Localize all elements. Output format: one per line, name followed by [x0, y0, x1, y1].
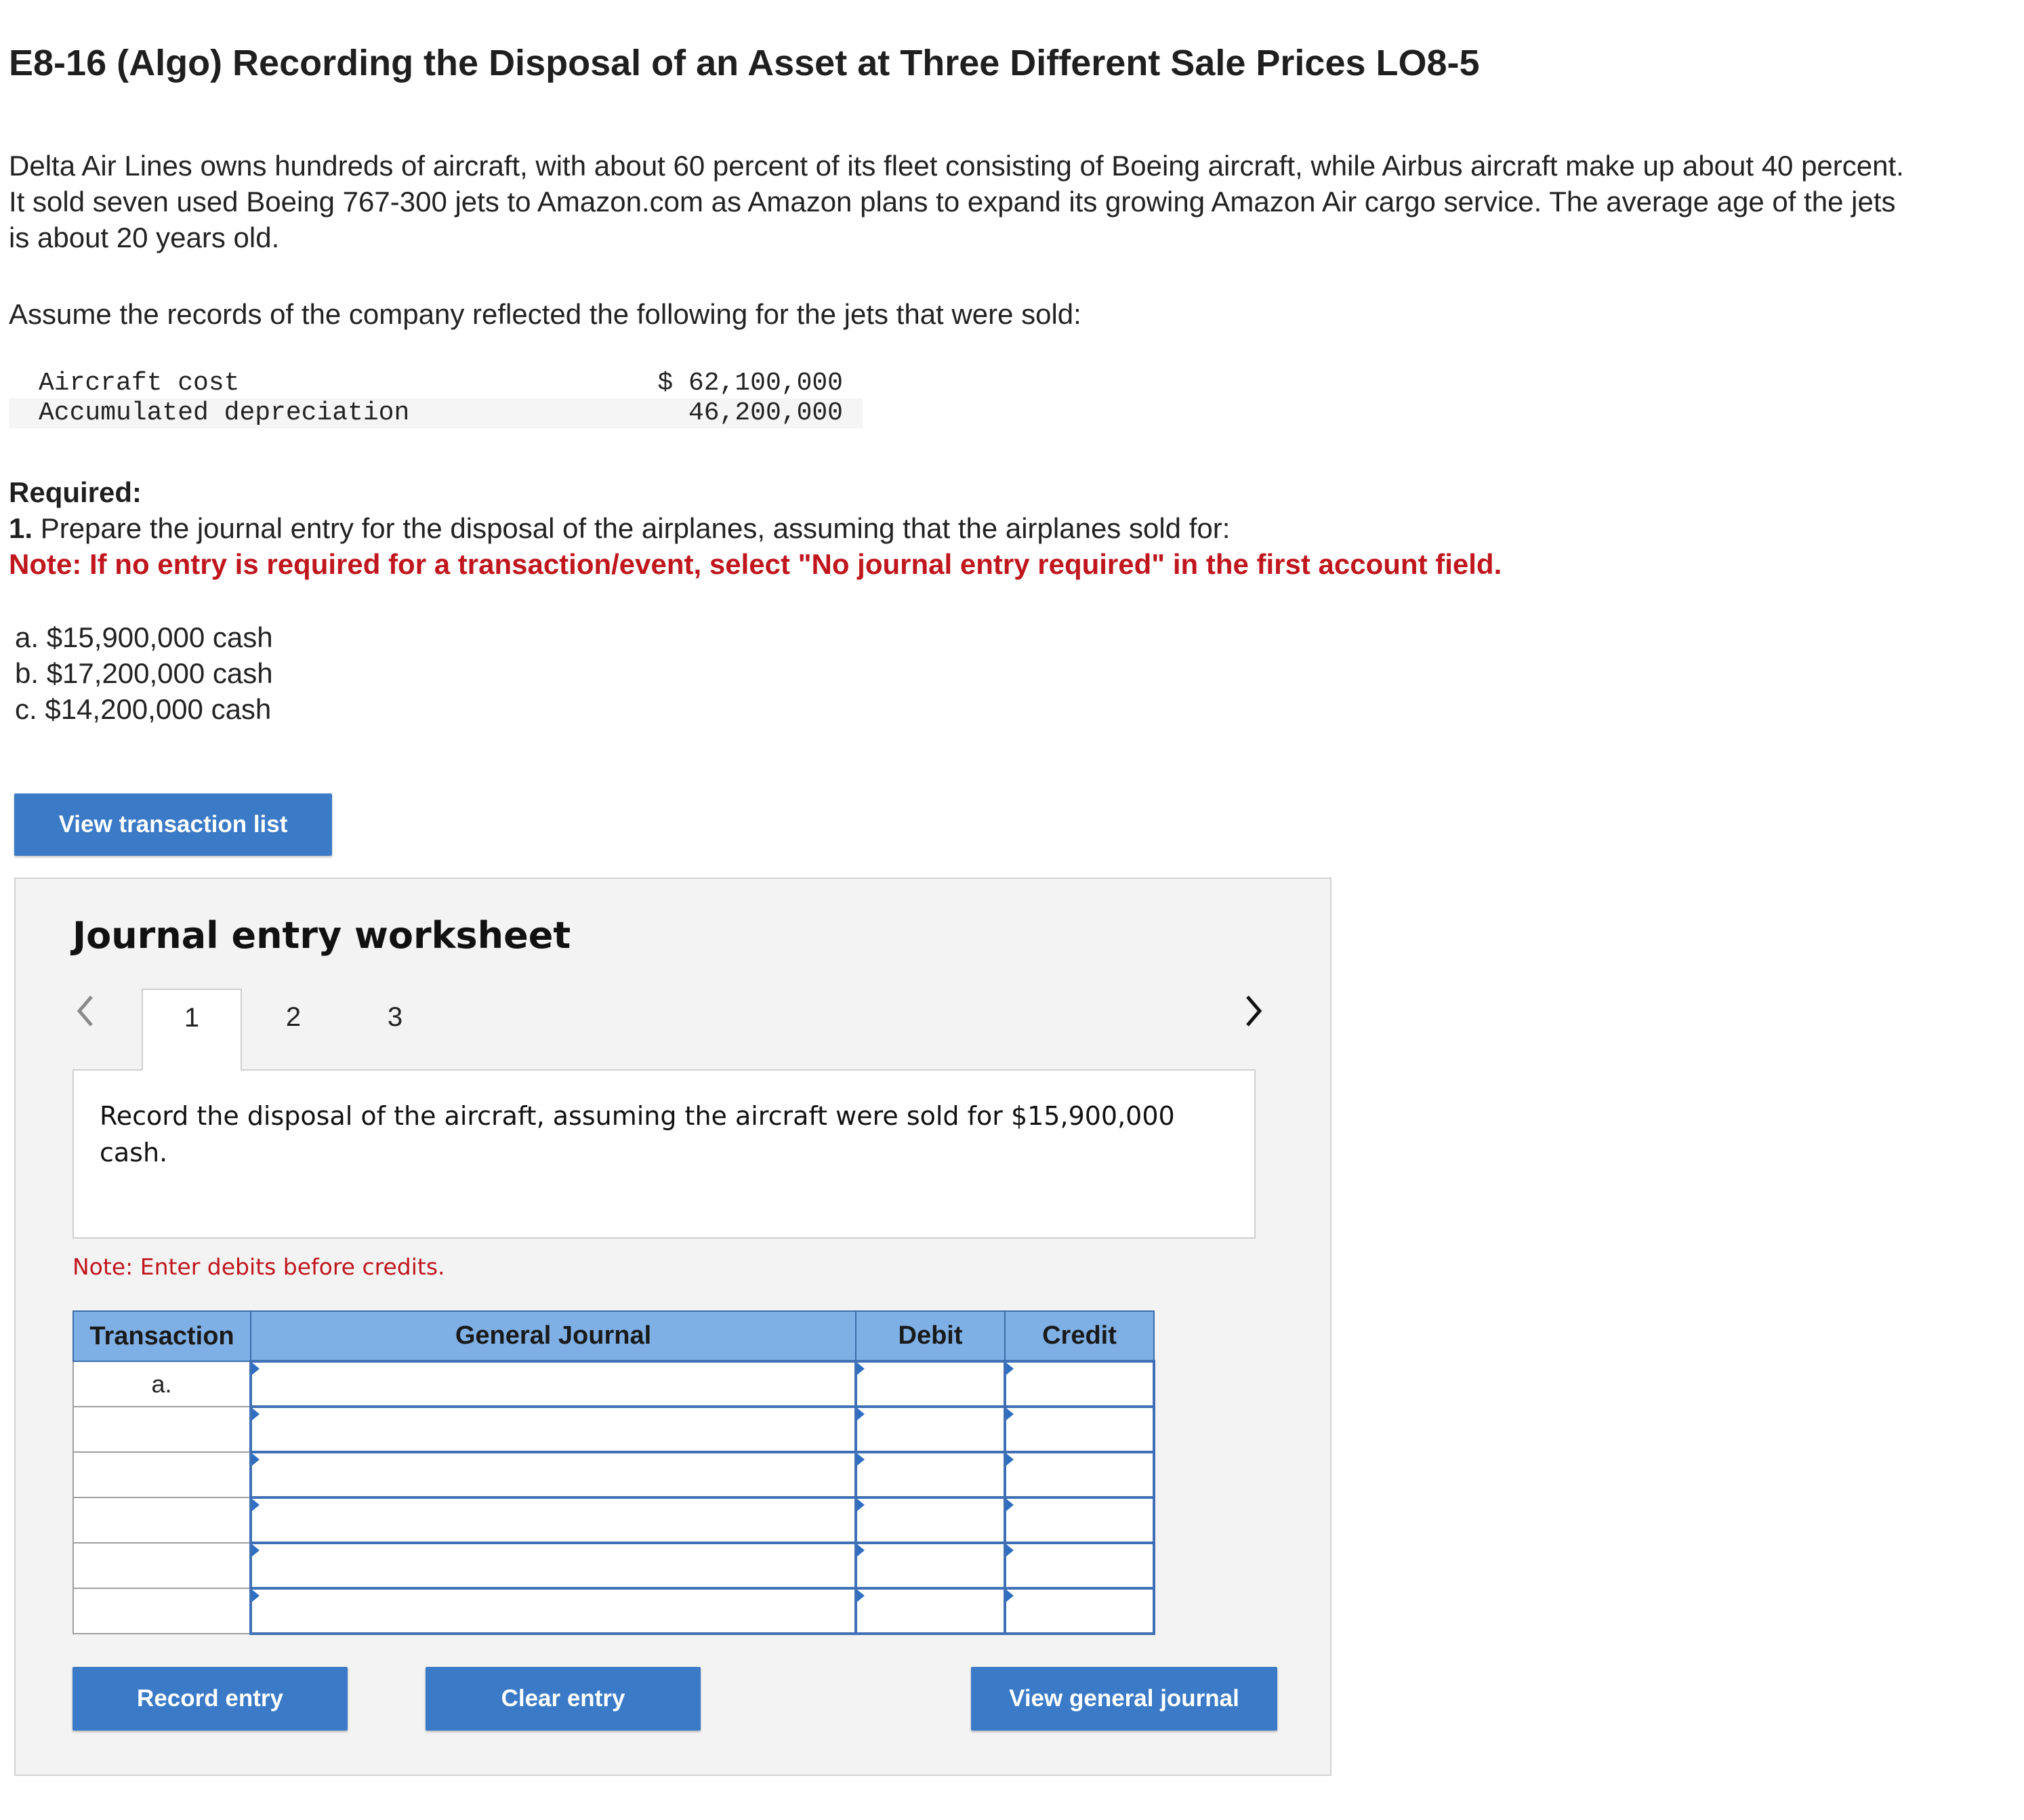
table-row: [73, 1542, 1155, 1590]
table-row: [73, 1496, 1155, 1544]
credit-field[interactable]: [1004, 1405, 1155, 1453]
header-debit: Debit: [855, 1310, 1006, 1362]
header-transaction: Transaction: [73, 1310, 251, 1362]
debit-field[interactable]: [854, 1360, 1006, 1408]
record-label: Aircraft cost: [39, 369, 240, 398]
account-field[interactable]: [249, 1451, 857, 1499]
tab-3[interactable]: 3: [345, 989, 445, 1070]
required-note: Note: If no entry is required for a tran…: [9, 548, 1502, 580]
account-field[interactable]: [249, 1587, 857, 1635]
transaction-cell: [73, 1542, 251, 1589]
view-transaction-list-button[interactable]: View transaction list: [14, 793, 332, 856]
record-row-aircraft-cost: Aircraft cost $ 62,100,000: [9, 369, 863, 398]
debits-note: Note: Enter debits before credits.: [73, 1254, 445, 1280]
account-field[interactable]: [249, 1360, 857, 1408]
chevron-left-icon[interactable]: [75, 994, 96, 1035]
tab-label: 1: [184, 1003, 200, 1033]
credit-field[interactable]: [1004, 1496, 1155, 1544]
transaction-cell: [73, 1588, 251, 1634]
journal-entry-worksheet: Journal entry worksheet 1 2 3 Record the…: [14, 877, 1331, 1776]
account-field[interactable]: [249, 1405, 857, 1453]
table-row: [73, 1587, 1155, 1635]
record-value: $ 62,100,000: [657, 369, 843, 398]
table-row: [73, 1451, 1155, 1499]
transaction-cell: [73, 1497, 251, 1544]
clear-entry-button[interactable]: Clear entry: [426, 1667, 701, 1731]
tab-2[interactable]: 2: [243, 989, 344, 1070]
record-entry-button[interactable]: Record entry: [73, 1667, 348, 1731]
transaction-description: Record the disposal of the aircraft, ass…: [73, 1069, 1256, 1239]
account-field[interactable]: [249, 1496, 857, 1544]
credit-field[interactable]: [1004, 1360, 1155, 1408]
sale-price-options: a. $15,900,000 cash b. $17,200,000 cash …: [15, 619, 273, 727]
debit-field[interactable]: [854, 1405, 1006, 1453]
table-row: [73, 1405, 1155, 1453]
tab-1[interactable]: 1: [142, 989, 242, 1071]
header-general-journal: General Journal: [250, 1310, 856, 1362]
view-general-journal-button[interactable]: View general journal: [971, 1667, 1277, 1731]
transaction-cell: [73, 1406, 251, 1453]
journal-table: Transaction General Journal Debit Credit…: [73, 1310, 1155, 1635]
option-a: a. $15,900,000 cash: [15, 621, 273, 653]
table-row: a.: [73, 1360, 1155, 1408]
records-table: Aircraft cost $ 62,100,000 Accumulated d…: [9, 369, 863, 428]
problem-intro: Delta Air Lines owns hundreds of aircraf…: [9, 150, 1904, 253]
required-section: Required: 1. Prepare the journal entry f…: [9, 474, 1502, 582]
required-line: 1. Prepare the journal entry for the dis…: [9, 510, 1502, 546]
transaction-cell: a.: [73, 1361, 251, 1407]
transaction-cell: [73, 1451, 251, 1498]
credit-field[interactable]: [1004, 1542, 1155, 1590]
record-row-accumulated-depreciation: Accumulated depreciation 46,200,000: [9, 398, 863, 428]
record-label: Accumulated depreciation: [39, 398, 410, 428]
required-text: Prepare the journal entry for the dispos…: [40, 512, 1231, 544]
debit-field[interactable]: [854, 1451, 1006, 1499]
worksheet-title: Journal entry worksheet: [73, 914, 571, 957]
header-credit: Credit: [1004, 1310, 1155, 1362]
debit-field[interactable]: [854, 1587, 1006, 1635]
option-b: b. $17,200,000 cash: [15, 657, 273, 689]
required-number: 1.: [9, 512, 33, 544]
credit-field[interactable]: [1004, 1587, 1155, 1635]
assume-text: Assume the records of the company reflec…: [9, 298, 1081, 330]
account-field[interactable]: [249, 1542, 857, 1590]
credit-field[interactable]: [1004, 1451, 1155, 1499]
debit-field[interactable]: [854, 1496, 1006, 1544]
option-c: c. $14,200,000 cash: [15, 693, 272, 725]
journal-header-row: Transaction General Journal Debit Credit: [73, 1310, 1155, 1362]
tab-label: 3: [387, 1001, 403, 1032]
chevron-right-icon[interactable]: [1243, 994, 1264, 1035]
problem-title: E8-16 (Algo) Recording the Disposal of a…: [9, 43, 1480, 83]
debit-field[interactable]: [854, 1542, 1006, 1590]
record-value: 46,200,000: [688, 398, 843, 428]
required-heading: Required:: [9, 476, 142, 508]
tab-label: 2: [285, 1001, 302, 1032]
